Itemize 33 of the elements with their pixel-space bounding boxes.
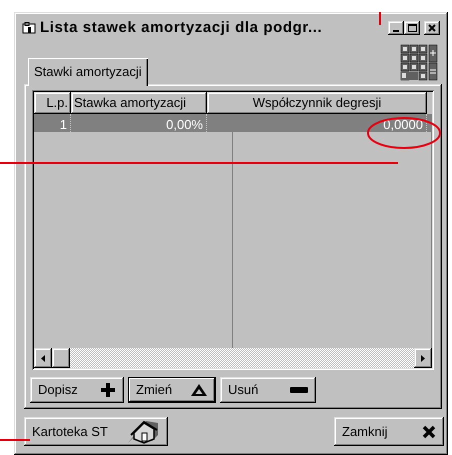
table-row[interactable]: 1 0,00% 0,0000	[34, 114, 432, 132]
table-cell: 0,0000	[383, 116, 423, 132]
leader-line	[0, 439, 30, 441]
action-button[interactable]: Zmień	[128, 377, 216, 403]
house-icon	[126, 418, 160, 444]
column-header[interactable]: Stawka amortyzacji	[71, 92, 207, 114]
close-button[interactable]	[424, 21, 440, 35]
right-arrow-icon	[421, 354, 425, 362]
leader-line	[379, 12, 381, 25]
window-title: Lista stawek amortyzacji dla podgr...	[40, 18, 322, 38]
tab[interactable]: Stawki amortyzacji	[28, 58, 148, 86]
maximize-button[interactable]	[404, 21, 420, 35]
footer-button[interactable]: Kartoteka ST	[24, 417, 168, 446]
action-button[interactable]: Usuń	[220, 377, 316, 403]
plus-icon	[100, 382, 116, 398]
horizontal-scrollbar[interactable]	[34, 348, 432, 368]
action-button[interactable]: Dopisz	[30, 377, 124, 403]
triangle-icon	[190, 383, 208, 397]
left-arrow-icon	[41, 354, 45, 362]
column-header[interactable]: Współczynnik degresji	[207, 92, 427, 114]
column-header[interactable]: L.p.	[34, 92, 71, 114]
table-cell: 0,00%	[166, 116, 203, 132]
window-icon	[22, 22, 36, 34]
footer-button[interactable]: Zamknij	[334, 417, 444, 446]
minus-icon	[290, 386, 308, 394]
scroll-left-button[interactable]	[34, 348, 52, 368]
maximize-icon	[408, 24, 416, 32]
scroll-thumb[interactable]	[52, 348, 70, 368]
close-icon	[428, 24, 436, 32]
minimize-button[interactable]	[388, 21, 404, 35]
table-cell: 1	[60, 116, 67, 132]
close-icon	[422, 424, 436, 438]
scroll-right-button[interactable]	[414, 348, 432, 368]
